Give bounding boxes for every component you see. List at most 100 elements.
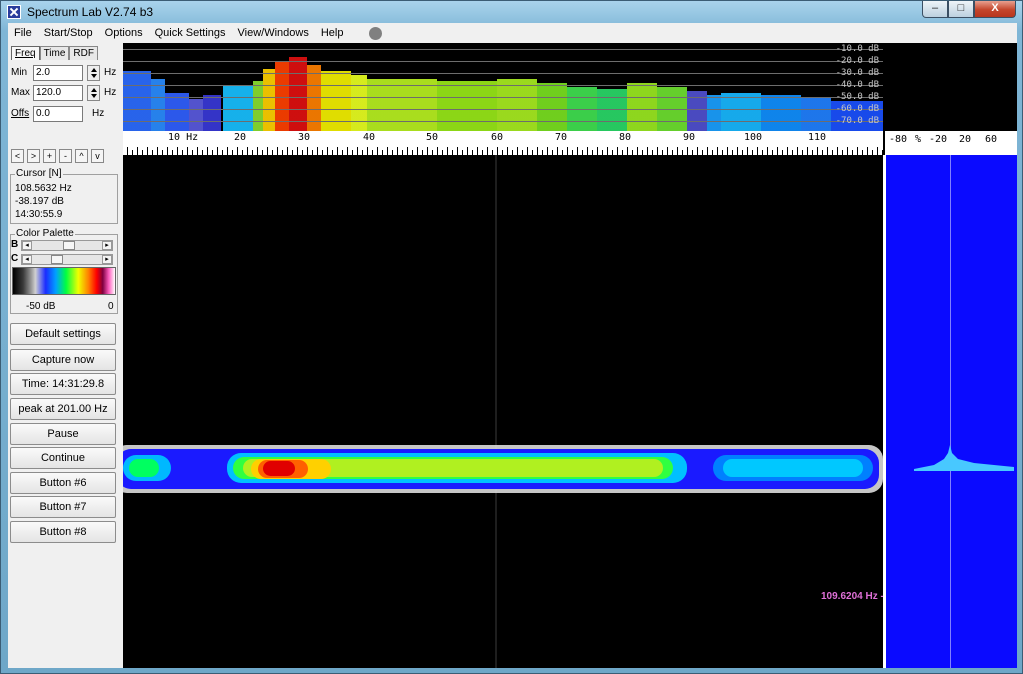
zoom-in-button[interactable]: + [43,149,56,163]
button-8[interactable]: Button #8 [10,521,116,543]
db-gridline [123,121,883,122]
app-logo-icon[interactable] [7,5,21,19]
minimize-button[interactable]: – [922,1,948,18]
freq-tick [827,147,828,155]
spectrum-graph[interactable]: -10.0 dB -20.0 dB -30.0 dB -40.0 dB -50.… [123,43,883,131]
freq-tick [267,147,268,155]
menu-file[interactable]: File [8,27,38,39]
freq-tick [217,147,218,155]
freq-tick [607,147,608,155]
freq-tick [857,147,858,155]
zoom-out-button[interactable]: - [59,149,72,163]
waterfall-display[interactable]: 109.6204 Hz -39.97dB [123,155,883,668]
freq-tick-label: 90 [683,132,696,143]
db-label: -70.0 dB [835,116,879,126]
freq-tick [707,147,708,155]
freq-tick [597,147,598,155]
side-axis-label: -20 [929,134,948,145]
freq-tick [237,147,238,155]
spectrum-bar [165,93,189,131]
scroll-right-button[interactable]: > [27,149,40,163]
menu-options[interactable]: Options [99,27,149,39]
title-bar[interactable]: Spectrum Lab V2.74 b3 – □ X [1,1,1022,23]
offset-field[interactable]: 0.0 [33,106,83,122]
freq-tick [167,147,168,155]
min-freq-field[interactable]: 2.0 [33,65,83,81]
offs-label: Offs [11,108,30,119]
histogram-peak-shape [914,445,1014,471]
continue-button[interactable]: Continue [10,447,116,469]
contrast-thumb[interactable] [51,255,63,264]
freq-tick [247,147,248,155]
side-axis-label: 20 [959,134,972,145]
status-indicator-icon[interactable] [369,26,383,40]
spectrum-display[interactable]: -10.0 dB -20.0 dB -30.0 dB -40.0 dB -50.… [123,43,1017,668]
freq-tick [617,147,618,155]
freq-tick [467,147,468,155]
brightness-left-arrow-icon[interactable]: ◂ [22,241,32,250]
menu-quick-settings[interactable]: Quick Settings [149,27,232,39]
freq-tick [457,147,458,155]
max-freq-spinner[interactable] [87,85,100,101]
spectrum-bar [223,85,253,131]
scroll-left-button[interactable]: < [11,149,24,163]
color-palette-bar[interactable] [12,267,116,295]
spectrum-bar [761,95,801,131]
freq-tick-label: 40 [363,132,376,143]
close-button[interactable]: X [974,1,1016,18]
db-label: -40.0 dB [835,80,879,90]
time-button[interactable]: Time: 14:31:29.8 [10,373,116,395]
contrast-left-arrow-icon[interactable]: ◂ [22,255,32,264]
freq-tick [737,147,738,155]
db-label: -30.0 dB [835,68,879,78]
tab-time[interactable]: Time [39,46,70,60]
menu-view-windows[interactable]: View/Windows [232,27,315,39]
freq-tick [187,147,188,155]
brightness-right-arrow-icon[interactable]: ▸ [102,241,112,250]
freq-tick [257,147,258,155]
freq-tick [427,147,428,155]
contrast-slider[interactable]: ◂ ▸ [21,254,113,265]
cursor-time: 14:30:55.9 [15,209,63,220]
freq-tick [487,147,488,155]
freq-tick [657,147,658,155]
scale-down-button[interactable]: v [91,149,104,163]
spectrum-bar [151,79,165,131]
cursor-freq: 108.5632 Hz [15,183,72,194]
max-freq-field[interactable]: 120.0 [33,85,83,101]
button-6[interactable]: Button #6 [10,472,116,494]
capture-now-button[interactable]: Capture now [10,349,116,371]
menu-help[interactable]: Help [315,27,350,39]
freq-tick [557,147,558,155]
db-gridline [123,109,883,110]
button-7[interactable]: Button #7 [10,496,116,518]
brightness-slider[interactable]: ◂ ▸ [21,240,113,251]
freq-tick [537,147,538,155]
palette-min-label: -50 dB [26,301,56,312]
control-panel: Freq Time RDF Min 2.0 Hz Max 120.0 Hz Of… [8,43,122,668]
min-freq-spinner[interactable] [87,65,100,81]
freq-tick [357,147,358,155]
spectrum-bar [203,95,221,131]
side-axis-label: % [915,134,922,145]
peak-button[interactable]: peak at 201.00 Hz [10,398,116,420]
scale-up-button[interactable]: ^ [75,149,88,163]
tab-rdf[interactable]: RDF [69,46,98,60]
level-histogram[interactable] [886,155,1017,668]
contrast-right-arrow-icon[interactable]: ▸ [102,255,112,264]
default-settings-button[interactable]: Default settings [10,323,116,345]
frequency-axis[interactable]: 10 Hz 20 30 40 50 60 70 80 90 100 110 [123,131,883,155]
pause-button[interactable]: Pause [10,423,116,445]
histogram-peak [914,445,1014,471]
tab-freq[interactable]: Freq [11,46,40,60]
maximize-button[interactable]: □ [948,1,974,18]
offs-unit: Hz [92,108,105,119]
freq-tick-label: 100 [744,132,763,143]
brightness-label: B [11,239,19,250]
freq-tick [407,147,408,155]
freq-tick [317,147,318,155]
menu-start-stop[interactable]: Start/Stop [38,27,99,39]
brightness-thumb[interactable] [63,241,75,250]
freq-label-10: 10 [168,132,181,143]
side-level-axis[interactable]: -80 % -20 20 60 [883,131,1017,155]
